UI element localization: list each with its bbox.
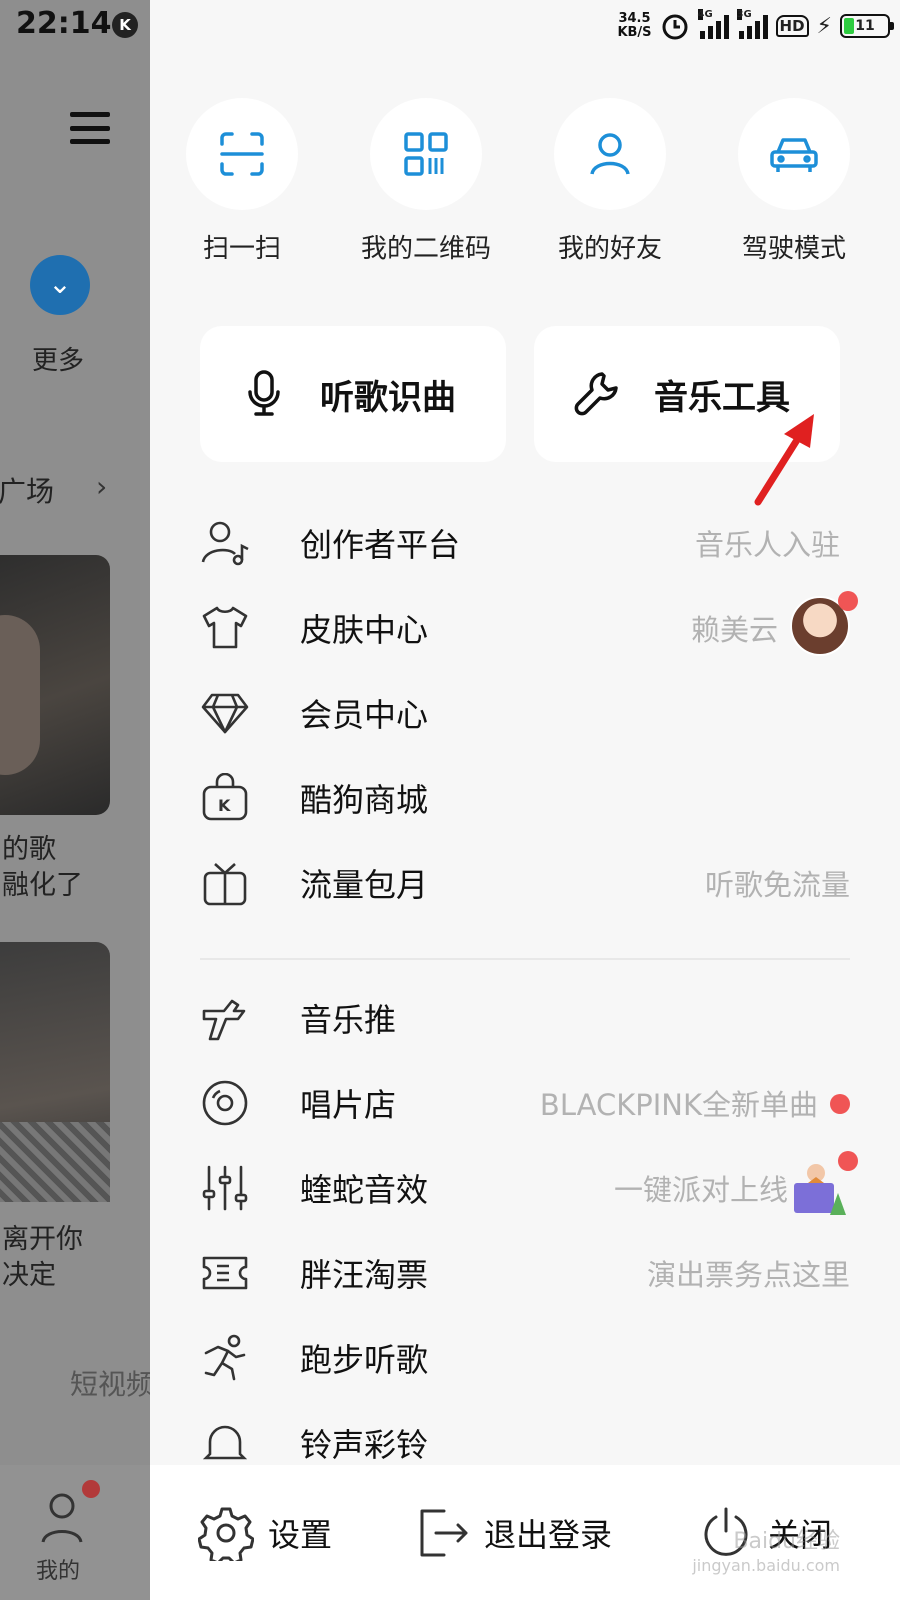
svg-text:K: K bbox=[218, 796, 231, 815]
menu-item-creator-platform[interactable]: 创作者平台 音乐人入驻 bbox=[200, 508, 850, 578]
menu-item-hint: 演出票务点这里 bbox=[646, 1258, 850, 1292]
quick-action-label: 驾驶模式 bbox=[741, 234, 847, 264]
wrench-icon bbox=[574, 372, 618, 416]
quick-action-my-qrcode[interactable]: 我的二维码 bbox=[361, 98, 491, 264]
vinyl-icon bbox=[202, 1080, 248, 1126]
quick-action-label: 我的好友 bbox=[557, 234, 663, 264]
menu-item-hint: 音乐人入驻 bbox=[694, 528, 840, 562]
shopping-bag-icon: K bbox=[202, 773, 248, 821]
annotation-arrow-icon bbox=[754, 414, 814, 506]
logout-button[interactable]: 退出登录 bbox=[414, 1503, 612, 1563]
notification-dot bbox=[838, 1151, 858, 1171]
menu-item-running-music[interactable]: 跑步听歌 bbox=[200, 1323, 850, 1393]
quick-action-label: 我的二维码 bbox=[360, 234, 492, 264]
qrcode-icon bbox=[404, 132, 448, 176]
creator-icon bbox=[201, 521, 249, 566]
quick-action-label: 扫一扫 bbox=[202, 234, 282, 264]
user-icon bbox=[41, 1493, 83, 1543]
menu-item-hint: 一键派对上线 bbox=[613, 1173, 788, 1207]
menu-item-kugou-mall[interactable]: K 酷狗商城 bbox=[200, 763, 850, 833]
battery-icon: 11 bbox=[840, 14, 894, 38]
menu-item-music-push[interactable]: 音乐推 bbox=[200, 983, 850, 1053]
playlist-square-label: 单广场 bbox=[0, 475, 55, 508]
music-push-icon bbox=[202, 999, 246, 1041]
scan-icon bbox=[220, 132, 264, 176]
logout-icon bbox=[420, 1509, 468, 1557]
running-icon bbox=[204, 1334, 246, 1381]
drawer-footer: 设置 退出登录 关闭 Baidu经验 jingyan.baidu.com bbox=[150, 1465, 900, 1600]
chevron-right-icon: › bbox=[96, 470, 108, 503]
status-time: 22:14 bbox=[16, 6, 112, 41]
status-bar: 22:14 K 34.5 KB/S 4G 3G HD ⚡ 11 bbox=[0, 0, 900, 52]
quick-action-scan[interactable]: 扫一扫 bbox=[186, 98, 298, 264]
car-icon bbox=[770, 138, 818, 172]
short-video-tab: 短视频 bbox=[70, 1368, 150, 1401]
watermark: Baidu经验 jingyan.baidu.com bbox=[692, 1529, 840, 1576]
song-recognition-card[interactable]: 听歌识曲 bbox=[200, 326, 506, 462]
status-icons: 34.5 KB/S 4G 3G HD ⚡ 11 bbox=[617, 8, 894, 44]
section-divider bbox=[200, 958, 850, 960]
signal-sim1-icon: 4G bbox=[697, 9, 729, 39]
menu-item-viper-sound[interactable]: 蝰蛇音效 一键派对上线 bbox=[200, 1151, 858, 1223]
menu-item-record-store[interactable]: 唱片店 BLACKPINK全新单曲 bbox=[200, 1068, 850, 1138]
diamond-icon bbox=[201, 693, 249, 734]
cover-caption: 离开你 决定 bbox=[2, 1224, 83, 1291]
quick-action-my-friends[interactable]: 我的好友 bbox=[554, 98, 666, 264]
menu-item-hint: 听歌免流量 bbox=[704, 868, 850, 902]
my-tab-label: 我的 bbox=[36, 1559, 81, 1584]
card-label: 听歌识曲 bbox=[320, 378, 456, 418]
side-drawer: 扫一扫 我的二维码 我的好友 驾驶模式 听歌识曲 音乐工具 创作者平台 音乐人入… bbox=[150, 0, 900, 1600]
tshirt-icon bbox=[202, 606, 248, 649]
hd-voice-icon: HD bbox=[775, 15, 809, 37]
background-app-overlay[interactable]: ⌄ 更多 单广场 › 的歌 融化了 离开你 决定 短视频 我的 bbox=[0, 0, 150, 1600]
menu-item-hint: 赖美云 bbox=[690, 613, 778, 647]
ticket-icon bbox=[202, 1256, 248, 1290]
cover-image bbox=[0, 942, 110, 1202]
bell-icon bbox=[202, 1425, 248, 1460]
equalizer-icon bbox=[202, 1165, 248, 1211]
menu-item-skin-center[interactable]: 皮肤中心 赖美云 bbox=[200, 591, 858, 663]
notification-dot bbox=[830, 1094, 850, 1114]
friend-icon bbox=[590, 133, 630, 175]
network-speed: 34.5 KB/S bbox=[617, 11, 652, 40]
notification-k-icon: K bbox=[112, 12, 138, 38]
quick-action-driving-mode[interactable]: 驾驶模式 bbox=[738, 98, 850, 264]
notification-dot bbox=[82, 1480, 100, 1498]
mic-recognize-icon bbox=[248, 370, 280, 416]
gift-icon bbox=[203, 863, 247, 906]
menu-item-vip-center[interactable]: 会员中心 bbox=[200, 678, 850, 748]
gear-icon bbox=[198, 1507, 254, 1561]
alarm-icon bbox=[662, 14, 688, 40]
menu-item-hint: BLACKPINK全新单曲 bbox=[539, 1088, 818, 1122]
party-illustration-icon bbox=[794, 1164, 846, 1215]
cover-image bbox=[0, 555, 110, 815]
signal-sim2-icon: 3G bbox=[736, 9, 768, 39]
charging-icon: ⚡ bbox=[816, 13, 832, 39]
menu-item-data-package[interactable]: 流量包月 听歌免流量 bbox=[200, 848, 850, 918]
menu-item-pangwang-tickets[interactable]: 胖汪淘票 演出票务点这里 bbox=[200, 1238, 850, 1308]
settings-button[interactable]: 设置 bbox=[198, 1503, 332, 1563]
hamburger-menu-icon bbox=[70, 112, 110, 144]
more-label: 更多 bbox=[32, 346, 85, 376]
cover-caption: 的歌 融化了 bbox=[2, 834, 83, 901]
more-chevron-icon: ⌄ bbox=[30, 255, 90, 315]
notification-dot bbox=[838, 591, 858, 611]
